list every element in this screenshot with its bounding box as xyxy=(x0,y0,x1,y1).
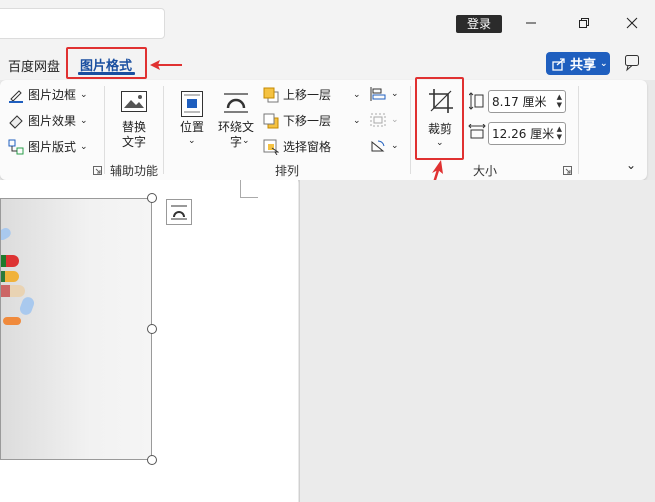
restore-icon[interactable] xyxy=(572,12,596,34)
chevron-down-icon: ⌄ xyxy=(353,89,361,100)
share-button[interactable]: 共享 ⌄ xyxy=(546,52,610,75)
active-tab-indicator xyxy=(78,72,135,75)
group-objects-button[interactable]: ⌄ xyxy=(369,112,399,128)
send-backward-label: 下移一层 xyxy=(283,114,332,128)
pill-image-detail xyxy=(1,255,19,267)
selected-picture[interactable] xyxy=(0,198,152,460)
chevron-down-icon: ⌄ xyxy=(80,141,88,152)
align-icon xyxy=(370,87,386,101)
bring-forward-label: 上移一层 xyxy=(283,88,332,102)
spinner-arrows-icon[interactable]: ▲ ▼ xyxy=(557,125,562,141)
wrap-text-button[interactable]: 环绕文 字 ⌄ xyxy=(216,88,256,158)
chevron-down-icon: ⌄ xyxy=(353,115,361,126)
login-button[interactable]: 登录 xyxy=(456,15,502,33)
group-separator xyxy=(163,86,164,174)
alt-text-button[interactable]: 替换 文字 xyxy=(112,88,156,158)
bring-forward-icon xyxy=(263,87,279,102)
width-value: 12.26 厘米 xyxy=(492,127,555,141)
search-box[interactable] xyxy=(0,8,165,39)
tab-picture-format[interactable]: 图片格式 xyxy=(66,47,147,79)
chevron-down-icon: ⌄ xyxy=(391,141,399,151)
chevron-down-icon: ⌄ xyxy=(242,136,250,146)
minimize-icon[interactable] xyxy=(519,12,543,34)
pen-icon xyxy=(9,89,23,103)
resize-handle-top-right[interactable] xyxy=(147,193,157,203)
document-canvas-background xyxy=(299,180,655,502)
accessibility-group-label: 辅助功能 xyxy=(110,164,159,178)
chevron-down-icon: ⌄ xyxy=(391,89,399,99)
dialog-launcher-icon[interactable] xyxy=(93,166,102,175)
send-backward-icon xyxy=(263,113,279,128)
wrap-text-icon xyxy=(224,93,248,113)
group-separator xyxy=(410,86,411,174)
picture-border-button[interactable]: 图片边框 ⌄ xyxy=(8,86,88,103)
ribbon-tab-bar: 百度网盘 图片格式 共享 ⌄ xyxy=(0,46,655,80)
close-icon[interactable] xyxy=(620,12,644,34)
annotation-arrow-icon xyxy=(150,60,182,70)
picture-layout-button[interactable]: 图片版式 ⌄ xyxy=(8,138,88,155)
dialog-launcher-icon[interactable] xyxy=(563,166,572,175)
group-objects-icon xyxy=(370,113,386,127)
rotate-icon xyxy=(371,140,385,152)
width-icon xyxy=(468,124,486,139)
picture-border-label: 图片边框 xyxy=(28,88,77,102)
chevron-down-icon: ⌄ xyxy=(188,136,196,146)
bring-forward-button[interactable]: 上移一层 ⌄ xyxy=(263,86,361,103)
ribbon-panel: 图片边框 ⌄ 图片效果 ⌄ 图片版式 ⌄ 替换 文字 辅助功能 位置 ⌄ 环绕文… xyxy=(0,80,647,180)
position-icon xyxy=(181,91,203,117)
comments-icon[interactable] xyxy=(624,54,642,72)
chevron-down-icon: ⌄ xyxy=(600,58,608,69)
picture-effects-label: 图片效果 xyxy=(28,114,77,128)
selection-pane-icon xyxy=(263,139,279,155)
arrange-group-label: 排列 xyxy=(275,164,300,178)
collapse-ribbon-icon[interactable]: ⌄ xyxy=(626,158,636,172)
alt-text-icon xyxy=(121,91,147,112)
picture-layout-icon xyxy=(8,139,24,154)
height-value: 8.17 厘米 xyxy=(492,95,547,109)
rotate-button[interactable]: ⌄ xyxy=(369,138,399,154)
pill-image-detail xyxy=(3,317,21,325)
layout-options-icon xyxy=(171,205,187,220)
size-group-label: 大小 xyxy=(473,164,498,178)
resize-handle-right[interactable] xyxy=(147,324,157,334)
resize-handle-bottom-right[interactable] xyxy=(147,455,157,465)
position-label: 位置 xyxy=(179,120,204,134)
send-backward-button[interactable]: 下移一层 ⌄ xyxy=(263,112,361,129)
selection-pane-button[interactable]: 选择窗格 xyxy=(263,138,331,155)
tab-baidu-netdisk[interactable]: 百度网盘 xyxy=(8,56,60,75)
layout-options-button[interactable] xyxy=(166,199,192,225)
align-button[interactable]: ⌄ xyxy=(369,86,399,102)
share-icon xyxy=(552,57,565,71)
group-separator xyxy=(578,86,579,174)
height-icon xyxy=(469,92,484,110)
pill-image-detail xyxy=(1,271,19,282)
alt-text-label: 替换 文字 xyxy=(121,120,146,149)
chevron-down-icon: ⌄ xyxy=(80,115,88,126)
share-label: 共享 xyxy=(570,58,597,73)
picture-effects-button[interactable]: 图片效果 ⌄ xyxy=(8,112,88,129)
page-margin-mark xyxy=(240,180,258,198)
selection-pane-label: 选择窗格 xyxy=(283,140,332,154)
width-spinner[interactable]: 12.26 厘米 ▲ ▼ xyxy=(488,122,566,145)
picture-layout-label: 图片版式 xyxy=(28,140,77,154)
height-spinner[interactable]: 8.17 厘米 ▲ ▼ xyxy=(488,90,566,113)
pill-image-detail xyxy=(18,295,36,317)
title-bar: 登录 xyxy=(0,0,655,46)
pill-image-detail xyxy=(1,285,25,297)
chevron-down-icon: ⌄ xyxy=(80,89,88,100)
spinner-arrows-icon[interactable]: ▲ ▼ xyxy=(557,93,562,109)
wrap-text-label: 环绕文 字 xyxy=(217,120,254,149)
group-separator xyxy=(104,86,105,174)
pill-image-detail xyxy=(1,226,13,242)
effects-icon xyxy=(9,114,23,129)
crop-annotation-box xyxy=(415,77,464,160)
position-button[interactable]: 位置 ⌄ xyxy=(176,88,208,158)
chevron-down-icon: ⌄ xyxy=(391,115,399,125)
